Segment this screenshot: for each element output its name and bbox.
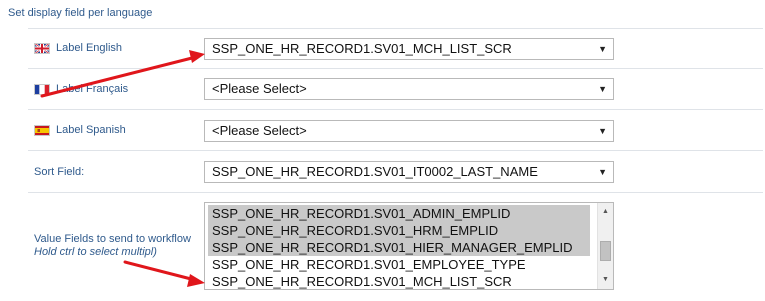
value-fields-label-text: Value Fields to send to workflow <box>34 233 191 245</box>
label-francais-text: Label Français <box>56 83 129 95</box>
value-fields-label: Value Fields to send to workflow Hold ct… <box>34 233 191 259</box>
france-flag-icon <box>34 83 50 95</box>
row-label-francais: Label Français <Please Select> ▼ <box>28 68 763 109</box>
caret-down-icon: ▼ <box>598 84 607 94</box>
label-english-label: Label English <box>34 42 122 54</box>
list-item[interactable]: SSP_ONE_HR_RECORD1.SV01_ADMIN_EMPLID <box>208 205 590 222</box>
list-item[interactable]: SSP_ONE_HR_RECORD1.SV01_HRM_EMPLID <box>208 222 590 239</box>
caret-down-icon: ▼ <box>598 167 607 177</box>
label-english-value: SSP_ONE_HR_RECORD1.SV01_MCH_LIST_SCR <box>212 41 512 56</box>
label-english-text: Label English <box>56 42 123 54</box>
label-francais-value: <Please Select> <box>212 81 307 96</box>
list-item[interactable]: SSP_ONE_HR_RECORD1.SV01_MCH_LIST_SCR <box>208 273 590 289</box>
label-english-select[interactable]: SSP_ONE_HR_RECORD1.SV01_MCH_LIST_SCR ▼ <box>204 38 614 60</box>
sort-field-value: SSP_ONE_HR_RECORD1.SV01_IT0002_LAST_NAME <box>212 164 538 179</box>
list-item[interactable]: SSP_ONE_HR_RECORD1.SV01_EMPLOYEE_TYPE <box>208 256 590 273</box>
caret-down-icon: ▼ <box>598 126 607 136</box>
label-spanish-label: Label Spanish <box>34 124 126 136</box>
label-francais-select[interactable]: <Please Select> ▼ <box>204 78 614 100</box>
label-spanish-value: <Please Select> <box>212 123 307 138</box>
sort-field-select[interactable]: SSP_ONE_HR_RECORD1.SV01_IT0002_LAST_NAME… <box>204 161 614 183</box>
value-fields-scrollbar[interactable]: ▲ ▼ <box>597 203 613 289</box>
label-spanish-text: Label Spanish <box>56 124 126 136</box>
spain-flag-icon <box>34 124 50 136</box>
uk-flag-icon <box>34 42 50 54</box>
list-item[interactable]: SSP_ONE_HR_RECORD1.SV01_HIER_MANAGER_EMP… <box>208 239 590 256</box>
section-title: Set display field per language <box>8 7 153 19</box>
scroll-up-arrow-icon[interactable]: ▲ <box>598 205 613 219</box>
sort-field-text: Sort Field: <box>34 166 85 178</box>
caret-down-icon: ▼ <box>598 44 607 54</box>
row-value-fields: Value Fields to send to workflow Hold ct… <box>28 192 763 301</box>
scroll-down-arrow-icon[interactable]: ▼ <box>598 273 613 287</box>
label-francais-label: Label Français <box>34 83 128 95</box>
sort-field-label: Sort Field: <box>34 166 84 178</box>
scrollbar-thumb[interactable] <box>600 241 611 261</box>
value-fields-listbox[interactable]: SSP_ONE_HR_RECORD1.SV01_ADMIN_EMPLID SSP_… <box>204 202 614 290</box>
row-label-english: Label English SSP_ONE_HR_RECORD1.SV01_MC… <box>28 28 763 68</box>
value-fields-hint: Hold ctrl to select multipl) <box>34 246 157 258</box>
label-spanish-select[interactable]: <Please Select> ▼ <box>204 120 614 142</box>
row-label-spanish: Label Spanish <Please Select> ▼ <box>28 109 763 150</box>
row-sort-field: Sort Field: SSP_ONE_HR_RECORD1.SV01_IT00… <box>28 150 763 192</box>
